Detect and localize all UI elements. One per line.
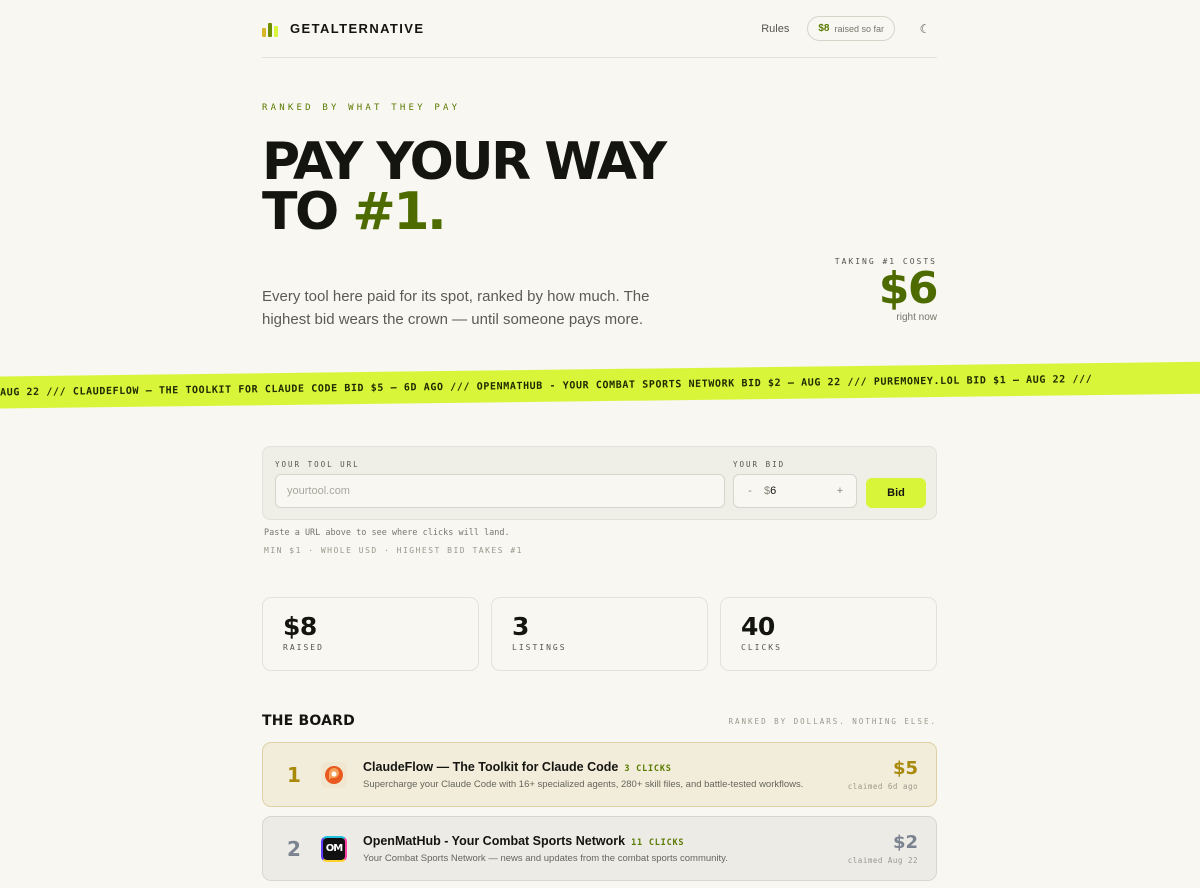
raised-badge: $8 raised so far <box>807 16 895 41</box>
board-tagline: RANKED BY DOLLARS. NOTHING ELSE. <box>728 716 937 726</box>
url-field-label: YOUR TOOL URL <box>275 460 360 469</box>
brand-name: GETALTERNATIVE <box>290 21 425 36</box>
cost-value: $6 <box>878 263 939 314</box>
headline-accent: #1. <box>352 182 447 242</box>
claimed-date: claimed 6d ago <box>847 782 918 791</box>
stat-value: $8 <box>283 612 317 641</box>
bid-price: $5 <box>892 758 918 779</box>
listing-price: $2 claimed Aug 22 <box>848 832 918 865</box>
bid-stepper: - $6 + <box>733 474 857 508</box>
claimed-date: claimed Aug 22 <box>847 856 918 865</box>
stat-label: LISTINGS <box>512 643 567 652</box>
stat-raised: $8 RAISED <box>262 597 479 671</box>
raised-label: raised so far <box>834 23 884 34</box>
theme-toggle-button[interactable]: ☾ <box>913 17 937 41</box>
board-title: THE BOARD <box>262 713 355 729</box>
brand-logo[interactable]: GETALTERNATIVE <box>262 21 424 37</box>
bar-chart-logo-icon <box>262 21 278 37</box>
board-row[interactable]: 2 OM OpenMatHub - Your Combat Sports Net… <box>262 816 937 881</box>
raised-amount: $8 <box>818 23 830 34</box>
listing-description: Supercharge your Claude Code with 16+ sp… <box>363 778 804 790</box>
stat-listings: 3 LISTINGS <box>491 597 708 671</box>
bid-price: $2 <box>892 832 918 853</box>
headline-line-2-prefix: TO <box>262 182 353 242</box>
moon-icon: ☾ <box>919 21 931 36</box>
url-hint: Paste a URL above to see where clicks wi… <box>264 528 510 538</box>
stat-value: 40 <box>741 612 775 641</box>
bid-amount: 6 <box>770 485 777 497</box>
bid-amount-input[interactable]: $6 <box>764 485 776 497</box>
click-count: 3 CLICKS <box>624 763 672 774</box>
cost-subtext: right now <box>896 312 937 323</box>
openmathub-logo-icon: OM <box>321 835 347 862</box>
click-count: 11 CLICKS <box>631 837 685 848</box>
bid-rules: MIN $1 · WHOLE USD · HIGHEST BID TAKES #… <box>264 546 523 555</box>
site-header: GETALTERNATIVE Rules $8 raised so far ☾ <box>262 0 937 58</box>
hero-eyebrow: RANKED BY WHAT THEY PAY <box>262 103 461 113</box>
stat-label: CLICKS <box>741 643 782 652</box>
board-row[interactable]: 1 ClaudeFlow — The Toolkit for Claude Co… <box>262 742 937 807</box>
submit-bid-button[interactable]: Bid <box>866 478 926 508</box>
listing-info: ClaudeFlow — The Toolkit for Claude Code… <box>363 760 834 790</box>
listing-name[interactable]: ClaudeFlow — The Toolkit for Claude Code <box>363 760 618 774</box>
bid-form: YOUR TOOL URL YOUR BID - $6 + Bid <box>262 446 937 520</box>
stats-row: $8 RAISED 3 LISTINGS 40 CLICKS <box>262 597 937 671</box>
rules-link[interactable]: Rules <box>761 23 789 35</box>
stat-value: 3 <box>512 612 529 641</box>
top-spot-cost: TAKING #1 COSTS $6 right now <box>262 257 939 323</box>
listing-info: OpenMatHub - Your Combat Sports Network … <box>363 834 834 864</box>
bid-ticker: AUG 22 /// CLAUDEFLOW — THE TOOLKIT FOR … <box>0 361 1200 409</box>
ticker-text: AUG 22 /// CLAUDEFLOW — THE TOOLKIT FOR … <box>0 373 1093 398</box>
bid-field-label: YOUR BID <box>733 460 786 469</box>
listing-price: $5 claimed 6d ago <box>848 758 918 791</box>
stat-label: RAISED <box>283 643 324 652</box>
board-header: THE BOARD RANKED BY DOLLARS. NOTHING ELS… <box>262 711 937 731</box>
hero-headline: PAY YOUR WAY TO #1. <box>262 136 937 238</box>
rank-number: 2 <box>287 836 301 861</box>
stat-clicks: 40 CLICKS <box>720 597 937 671</box>
cost-label: TAKING #1 COSTS <box>834 257 937 266</box>
top-nav: Rules $8 raised so far ☾ <box>761 16 937 41</box>
increment-bid-button[interactable]: + <box>834 485 846 497</box>
tool-url-input[interactable] <box>275 474 725 508</box>
claudeflow-logo-icon <box>321 761 347 788</box>
decrement-bid-button[interactable]: - <box>744 485 756 497</box>
listing-description: Your Combat Sports Network — news and up… <box>363 852 728 864</box>
listing-name[interactable]: OpenMatHub - Your Combat Sports Network <box>363 834 625 848</box>
rank-number: 1 <box>287 762 301 787</box>
